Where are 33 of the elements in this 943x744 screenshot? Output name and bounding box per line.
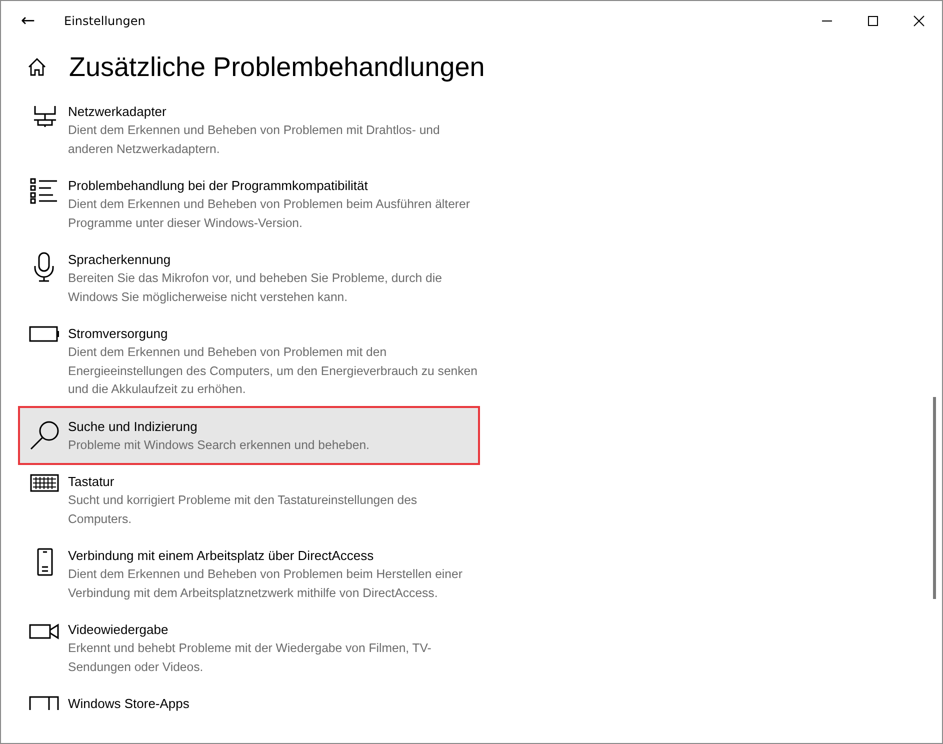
troubleshooter-item[interactable]: Problembehandlung bei der Programmkompatibilität Dient dem Erkennen und Beheben von Problemen beim Ausführen älterer Programme unter dieser Windows-Version. bbox=[18, 167, 480, 241]
close-icon bbox=[913, 15, 925, 27]
page-title: Zusätzliche Problembehandlungen bbox=[69, 52, 485, 82]
item-description: Dient dem Erkennen und Beheben von Problemen beim Ausführen älterer Programme unter dieser Windows-Version. bbox=[68, 196, 471, 232]
item-description: Dient dem Erkennen und Beheben von Problemen mit den Energieeinstellungen des Computers, um den Energieverbrauch zu senken und die Akkulaufzeit zu erhöhen. bbox=[68, 344, 478, 398]
troubleshooter-item[interactable]: Netzwerkadapter Dient dem Erkennen und Beheben von Problemen mit Drahtlos- und anderen Netzwerkadaptern. bbox=[18, 93, 480, 167]
home-icon[interactable] bbox=[27, 57, 47, 77]
item-description: Dient dem Erkennen und Beheben von Problemen beim Herstellen einer Verbindung mit dem Arbeitsplatznetzwerk mithilfe von DirectAccess. bbox=[68, 566, 464, 602]
item-title: Suche und Indizierung bbox=[68, 418, 198, 436]
back-button[interactable]: ← bbox=[1, 1, 55, 41]
item-description: Dient dem Erkennen und Beheben von Problemen mit Drahtlos- und anderen Netzwerkadaptern. bbox=[68, 122, 441, 158]
troubleshooter-item[interactable]: Windows Store-Apps bbox=[18, 685, 480, 722]
troubleshooter-item[interactable]: Tastatur Sucht und korrigiert Probleme mit den Tastatureinstellungen des Computers. bbox=[18, 463, 480, 537]
item-title: Verbindung mit einem Arbeitsplatz über DirectAccess bbox=[68, 547, 375, 565]
item-title: Windows Store-Apps bbox=[68, 695, 190, 713]
maximize-icon bbox=[867, 15, 879, 27]
item-description: Sucht und korrigiert Probleme mit den Tastatureinstellungen des Computers. bbox=[68, 492, 418, 528]
item-title: Tastatur bbox=[68, 473, 116, 491]
item-title: Netzwerkadapter bbox=[68, 103, 168, 121]
item-description: Erkennt und behebt Probleme mit der Wiedergabe von Filmen, TV-Sendungen oder Videos. bbox=[68, 640, 432, 676]
item-title: Spracherkennung bbox=[68, 251, 172, 269]
item-title: Videowiedergabe bbox=[68, 621, 170, 639]
troubleshooter-item[interactable]: Videowiedergabe Erkennt und behebt Probleme mit der Wiedergabe von Filmen, TV-Sendungen oder Videos. bbox=[18, 611, 480, 685]
troubleshooter-item[interactable]: Verbindung mit einem Arbeitsplatz über DirectAccess Dient dem Erkennen und Beheben von Problemen beim Herstellen einer Verbindung mit dem Arbeitsplatznetzwerk mithilfe von DirectAccess. bbox=[18, 537, 480, 611]
troubleshooter-item[interactable]: Suche und Indizierung Probleme mit Windows Search erkennen und beheben. bbox=[18, 406, 480, 465]
scrollbar-thumb[interactable] bbox=[933, 397, 936, 599]
window-title: Einstellungen bbox=[64, 14, 146, 28]
troubleshooter-item[interactable]: Spracherkennung Bereiten Sie das Mikrofon vor, und beheben Sie Probleme, durch die Windows Sie möglicherweise nicht verstehen kann. bbox=[18, 241, 480, 315]
troubleshooter-item[interactable]: Stromversorgung Dient dem Erkennen und Beheben von Problemen mit den Energieeinstellungen des Computers, um den Energieverbrauch zu senken und die Akkulaufzeit zu erhöhen. bbox=[18, 315, 480, 408]
item-description: Probleme mit Windows Search erkennen und beheben. bbox=[68, 436, 370, 454]
item-title: Problembehandlung bei der Programmkompatibilität bbox=[68, 177, 369, 195]
item-title: Stromversorgung bbox=[68, 325, 169, 343]
item-description: Bereiten Sie das Mikrofon vor, und beheben Sie Probleme, durch die Windows Sie möglicherweise nicht verstehen kann. bbox=[68, 270, 443, 306]
